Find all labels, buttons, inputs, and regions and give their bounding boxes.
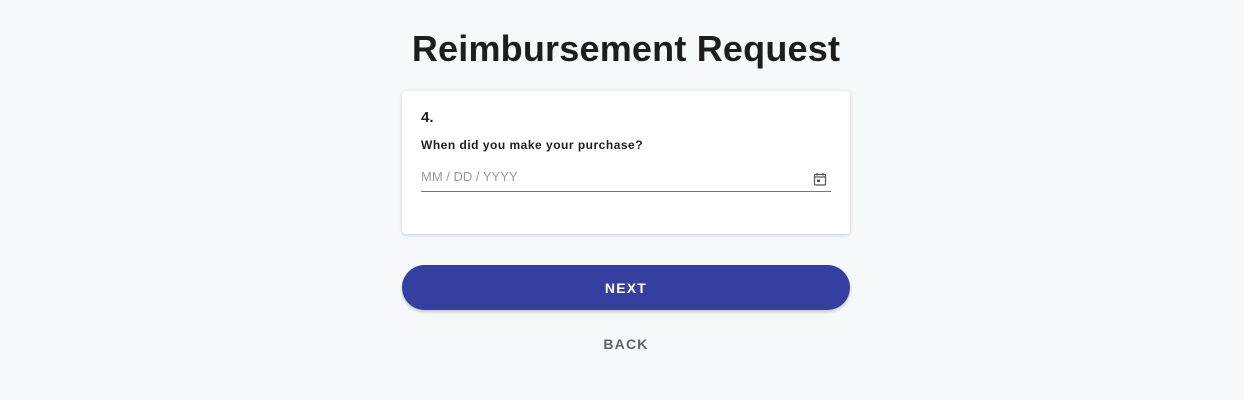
question-number: 4. (421, 109, 434, 126)
page-title: Reimbursement Request (411, 28, 841, 69)
calendar-icon[interactable] (813, 172, 827, 186)
reimbursement-page: Reimbursement Request 4. When did you ma… (0, 0, 1244, 400)
question-card: 4. When did you make your purchase? (402, 91, 850, 234)
next-button[interactable]: NEXT (402, 265, 850, 310)
question-text: When did you make your purchase? (421, 138, 644, 152)
purchase-date-field (421, 165, 831, 192)
back-button[interactable]: BACK (575, 333, 677, 355)
purchase-date-input[interactable] (421, 165, 801, 187)
